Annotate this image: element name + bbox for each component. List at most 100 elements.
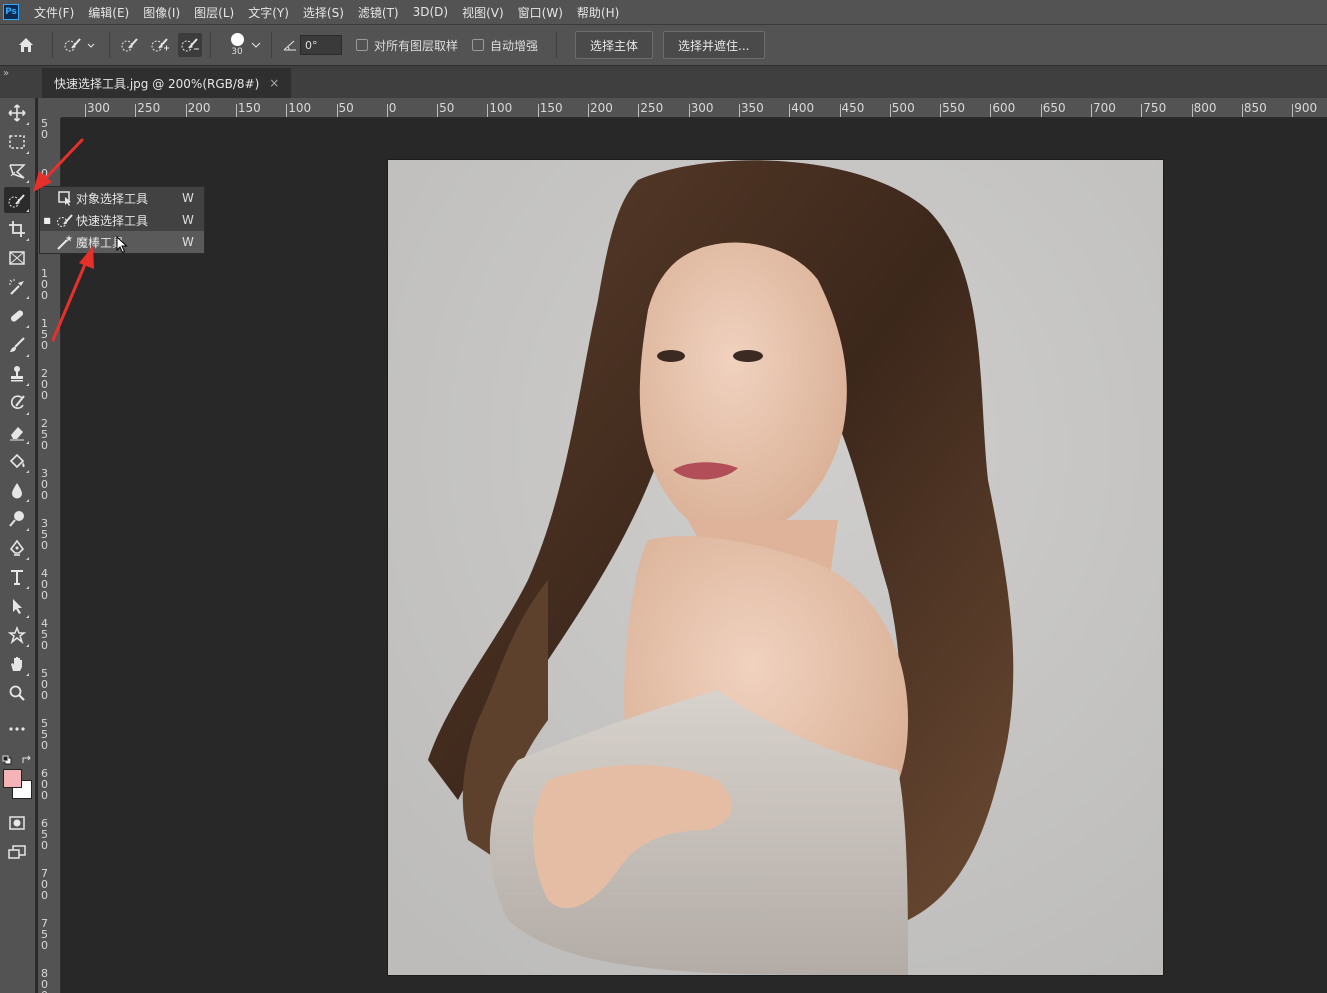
- marquee-tool-icon[interactable]: [4, 129, 30, 155]
- path-selection-tool-icon[interactable]: [4, 593, 30, 619]
- document-image[interactable]: [388, 160, 1163, 975]
- swap-colors-icon[interactable]: [21, 750, 33, 763]
- ruler-tick: [638, 104, 640, 117]
- ruler-tick-label: 100: [288, 101, 312, 115]
- magic-wand-icon: [54, 234, 76, 250]
- clone-stamp-tool-icon[interactable]: [4, 361, 30, 387]
- brush-tip-icon: [230, 33, 244, 46]
- ruler-tick-label: 750: [1143, 101, 1167, 115]
- lasso-tool-icon[interactable]: [4, 158, 30, 184]
- horizontal-ruler[interactable]: 300 250 200 150 100 50 0 50 100 150 200 250 300 350 40…: [61, 98, 1327, 118]
- flyout-label: 对象选择工具: [76, 191, 149, 206]
- ruler-tick-label: 500: [891, 101, 915, 115]
- document-tab[interactable]: 快速选择工具.jpg @ 200%(RGB/8#) ×: [42, 68, 292, 98]
- ruler-tick-label: 900: [1294, 101, 1318, 115]
- menu-select[interactable]: 选择(S): [296, 4, 351, 21]
- select-and-mask-button[interactable]: 选择并遮住...: [663, 31, 765, 59]
- pen-tool-icon[interactable]: [4, 535, 30, 561]
- ruler-tick-label: 600: [992, 101, 1016, 115]
- new-selection-icon[interactable]: [118, 33, 142, 57]
- eraser-tool-icon[interactable]: [4, 419, 30, 445]
- ruler-tick: [1191, 104, 1193, 117]
- current-tool-bullet-icon: ■: [43, 215, 51, 225]
- photoshop-logo-icon[interactable]: Ps: [3, 4, 19, 20]
- close-icon[interactable]: ×: [269, 76, 279, 90]
- ruler-tick-label: 50: [41, 118, 48, 141]
- auto-enhance-label: 自动增强: [490, 38, 539, 53]
- custom-shape-tool-icon[interactable]: [4, 622, 30, 648]
- menu-help[interactable]: 帮助(H): [570, 4, 626, 21]
- ruler-tick: [286, 104, 288, 117]
- angle-input[interactable]: 0°: [300, 35, 342, 55]
- quick-selection-tool-icon[interactable]: [4, 187, 30, 213]
- ruler-tick-label: 250: [137, 101, 161, 115]
- menu-window[interactable]: 窗口(W): [511, 4, 570, 21]
- chevron-down-icon[interactable]: [249, 33, 263, 57]
- flyout-quick-selection[interactable]: ■ 快速选择工具 W: [40, 209, 204, 231]
- frame-tool-icon[interactable]: [4, 245, 30, 271]
- quick-selection-icon: [54, 212, 76, 228]
- menu-layer[interactable]: 图层(L): [187, 4, 241, 21]
- ruler-tick-label: 450: [841, 101, 865, 115]
- menu-bar: Ps 文件(F) 编辑(E) 图像(I) 图层(L) 文字(Y) 选择(S) 滤…: [0, 0, 1327, 24]
- healing-brush-tool-icon[interactable]: [4, 303, 30, 329]
- screen-mode-icon[interactable]: [4, 839, 30, 865]
- menu-edit[interactable]: 编辑(E): [81, 4, 136, 21]
- edit-toolbar-icon[interactable]: [4, 716, 30, 742]
- history-brush-tool-icon[interactable]: [4, 390, 30, 416]
- menu-file[interactable]: 文件(F): [27, 4, 81, 21]
- foreground-color-swatch[interactable]: [3, 769, 22, 788]
- ruler-tick: [487, 104, 489, 117]
- ruler-tick-label: 0: [388, 101, 397, 115]
- ruler-tick-label: 800: [41, 967, 48, 993]
- ruler-tick-label: 650: [1042, 101, 1066, 115]
- ruler-tick-label: 150: [539, 101, 563, 115]
- ruler-tick-label: 800: [1193, 101, 1217, 115]
- separator: [52, 32, 53, 58]
- menu-3d[interactable]: 3D(D): [406, 5, 455, 19]
- collapse-panels-icon[interactable]: »: [3, 68, 9, 79]
- separator: [271, 32, 272, 58]
- flyout-label: 快速选择工具: [76, 213, 149, 228]
- flyout-shortcut: W: [182, 213, 194, 227]
- sample-all-layers-label: 对所有图层取样: [374, 38, 459, 53]
- ruler-tick-label: 550: [41, 717, 48, 752]
- crop-tool-icon[interactable]: [4, 216, 30, 242]
- type-tool-icon[interactable]: [4, 564, 30, 590]
- home-icon[interactable]: [14, 33, 38, 57]
- move-tool-icon[interactable]: [4, 100, 30, 126]
- paint-bucket-tool-icon[interactable]: [4, 448, 30, 474]
- ruler-tick: [1241, 104, 1243, 117]
- tool-preset-picker-icon[interactable]: [61, 33, 101, 57]
- angle-icon: [280, 33, 300, 57]
- ruler-tick-label: 150: [41, 317, 48, 352]
- ruler-tick-label: 350: [740, 101, 764, 115]
- flyout-object-selection[interactable]: 对象选择工具 W: [40, 187, 204, 209]
- add-to-selection-icon[interactable]: [148, 33, 172, 57]
- ruler-tick: [588, 104, 589, 117]
- eyedropper-tool-icon[interactable]: [4, 274, 30, 300]
- menu-type[interactable]: 文字(Y): [241, 4, 296, 21]
- select-subject-button[interactable]: 选择主体: [575, 31, 654, 59]
- ruler-tick-label: 700: [41, 867, 48, 902]
- hand-tool-icon[interactable]: [4, 651, 30, 677]
- blur-tool-icon[interactable]: [4, 477, 30, 503]
- auto-enhance-checkbox[interactable]: [472, 39, 485, 51]
- menu-view[interactable]: 视图(V): [455, 4, 511, 21]
- zoom-tool-icon[interactable]: [4, 680, 30, 706]
- ruler-tick-label: 100: [41, 267, 48, 302]
- sample-all-layers-checkbox[interactable]: [356, 39, 368, 51]
- default-colors-icon[interactable]: [2, 750, 12, 765]
- brush-size-picker[interactable]: 30: [225, 33, 249, 57]
- quick-mask-icon[interactable]: [4, 810, 30, 836]
- menu-image[interactable]: 图像(I): [136, 4, 187, 21]
- brush-tool-icon[interactable]: [4, 332, 30, 358]
- menu-filter[interactable]: 滤镜(T): [351, 4, 406, 21]
- portrait-photo: [388, 160, 1163, 975]
- ruler-tick-label: 300: [87, 101, 110, 115]
- ruler-tick: [537, 104, 539, 117]
- subtract-from-selection-icon[interactable]: [178, 33, 202, 57]
- ruler-tick-label: 350: [41, 517, 48, 552]
- dodge-tool-icon[interactable]: [4, 506, 30, 532]
- ruler-tick-label: 400: [41, 567, 48, 602]
